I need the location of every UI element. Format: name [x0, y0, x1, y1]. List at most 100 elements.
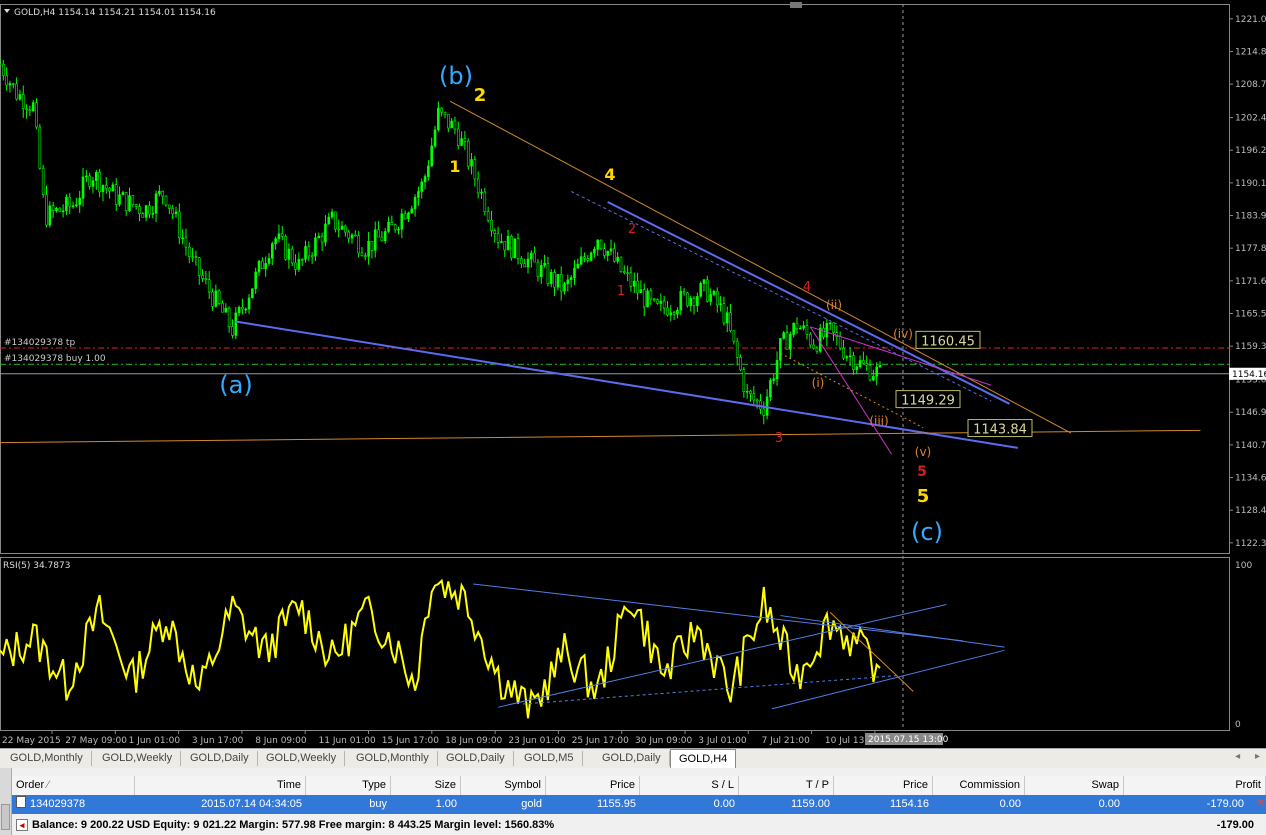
wave-label-16: (c) [911, 518, 943, 546]
tab-gold-daily-7[interactable]: GOLD,Daily [594, 751, 670, 766]
candle-body [530, 252, 533, 260]
order-commission: 0.00 [999, 798, 1021, 810]
candle-body [420, 181, 424, 192]
candle-body [430, 145, 433, 167]
candle-body [2, 63, 5, 76]
candle-body [48, 205, 52, 226]
candle-body [68, 196, 72, 207]
time-tick-label: 8 Jun 09:00 [255, 736, 307, 746]
table-row[interactable]: 134029378 2015.07.14 04:34:05 buy 1.00 g… [12, 795, 1266, 814]
chart-area[interactable]: #134029378 tp #134029378 buy 1.00 1160.45… [0, 0, 1266, 748]
col-profit[interactable]: Profit [1124, 776, 1266, 795]
tab-gold-daily-5[interactable]: GOLD,Daily [438, 751, 514, 766]
candle-body [593, 248, 596, 254]
wave-label-7: (ii) [826, 298, 842, 312]
candle-body [340, 225, 344, 230]
rsi-tick-label: 0 [1235, 720, 1241, 730]
candle-body [473, 159, 477, 180]
price-tick-label: 1196.26 [1235, 146, 1266, 156]
candle-body [802, 325, 805, 329]
tab-gold-weekly-1[interactable]: GOLD,Weekly [94, 751, 182, 766]
col-current-price[interactable]: Price [834, 776, 933, 795]
col-price[interactable]: Price [546, 776, 640, 795]
candle-body [0, 63, 2, 66]
col-swap[interactable]: Swap [1025, 776, 1124, 795]
time-tick-label: 30 Jun 09:00 [635, 736, 692, 746]
candle-body [619, 256, 623, 272]
candle-body [310, 255, 314, 258]
tabs-scroll-left-icon[interactable]: ◂ [1235, 751, 1240, 762]
candle-body [702, 279, 706, 284]
candle-body [397, 228, 400, 231]
candle-body [104, 185, 108, 189]
candle-body [759, 400, 762, 410]
candle-body [652, 298, 656, 301]
tab-gold-h4-8[interactable]: GOLD,H4 [670, 749, 737, 768]
candle-body [101, 185, 105, 193]
candle-body [148, 205, 151, 215]
tab-gold-m5-6[interactable]: GOLD,M5 [516, 751, 583, 766]
candle-body [161, 190, 165, 197]
candle-body [729, 312, 732, 331]
candle-body [390, 221, 394, 226]
candle-body [848, 355, 852, 358]
col-tp[interactable]: T / P [739, 776, 834, 795]
col-order[interactable]: Order ⁄ [12, 776, 135, 795]
wave-label-1: 2 [474, 85, 487, 106]
candle-body [347, 231, 350, 239]
candle-body [699, 283, 702, 297]
candle-body [201, 275, 204, 279]
tab-gold-monthly-0[interactable]: GOLD,Monthly [2, 751, 92, 766]
candle-body [510, 235, 513, 259]
candle-body [290, 248, 294, 264]
col-sl[interactable]: S / L [640, 776, 739, 795]
col-time[interactable]: Time [135, 776, 306, 795]
candle-body [320, 235, 324, 243]
candle-body [440, 107, 443, 113]
candle-body [443, 111, 447, 115]
candle-body [583, 256, 586, 259]
account-summary-row: ◂ Balance: 9 200.22 USD Equity: 9 021.22 … [12, 815, 1266, 835]
candle-body [526, 258, 530, 268]
candle-body [184, 237, 188, 248]
candle-body [586, 258, 590, 261]
candle-body [154, 193, 158, 214]
time-tick-label: 1 Jun 01:00 [129, 736, 181, 746]
candle-body [623, 271, 626, 273]
tabs-scroll-right-icon[interactable]: ▸ [1255, 751, 1260, 762]
candle-body [380, 236, 384, 242]
candle-body [433, 129, 437, 147]
tab-gold-monthly-4[interactable]: GOLD,Monthly [348, 751, 438, 766]
col-commission[interactable]: Commission [933, 776, 1025, 795]
candle-body [553, 272, 556, 288]
candle-body [842, 347, 845, 359]
col-type[interactable]: Type [306, 776, 391, 795]
candle-body [500, 241, 503, 243]
terminal-side-handle[interactable] [0, 768, 12, 835]
col-size[interactable]: Size [391, 776, 461, 795]
candle-body [244, 308, 248, 311]
candle-body [589, 252, 593, 261]
candle-body [606, 250, 609, 256]
candle-body [114, 184, 118, 205]
tab-gold-daily-2[interactable]: GOLD,Daily [182, 751, 258, 766]
candle-body [659, 300, 663, 304]
rsi-tick-label: 100 [1235, 561, 1252, 571]
candle-body [194, 256, 198, 259]
chart-svg[interactable]: #134029378 tp #134029378 buy 1.00 1160.45… [0, 0, 1266, 748]
col-symbol[interactable]: Symbol [461, 776, 546, 795]
candle-body [168, 204, 171, 209]
order-number: 134029378 [30, 798, 86, 810]
candle-body [689, 297, 693, 307]
candle-body [649, 290, 653, 300]
tab-gold-weekly-3[interactable]: GOLD,Weekly [258, 751, 346, 766]
candle-body [91, 180, 95, 187]
candle-body [672, 312, 676, 315]
candle-body [642, 289, 646, 308]
price-tick-label: 1177.81 [1235, 244, 1266, 254]
candle-body [875, 366, 878, 377]
candle-body [417, 191, 420, 198]
close-order-icon[interactable]: × [1257, 795, 1264, 809]
candle-body [287, 248, 291, 260]
price-tick-label: 1165.51 [1235, 309, 1266, 319]
